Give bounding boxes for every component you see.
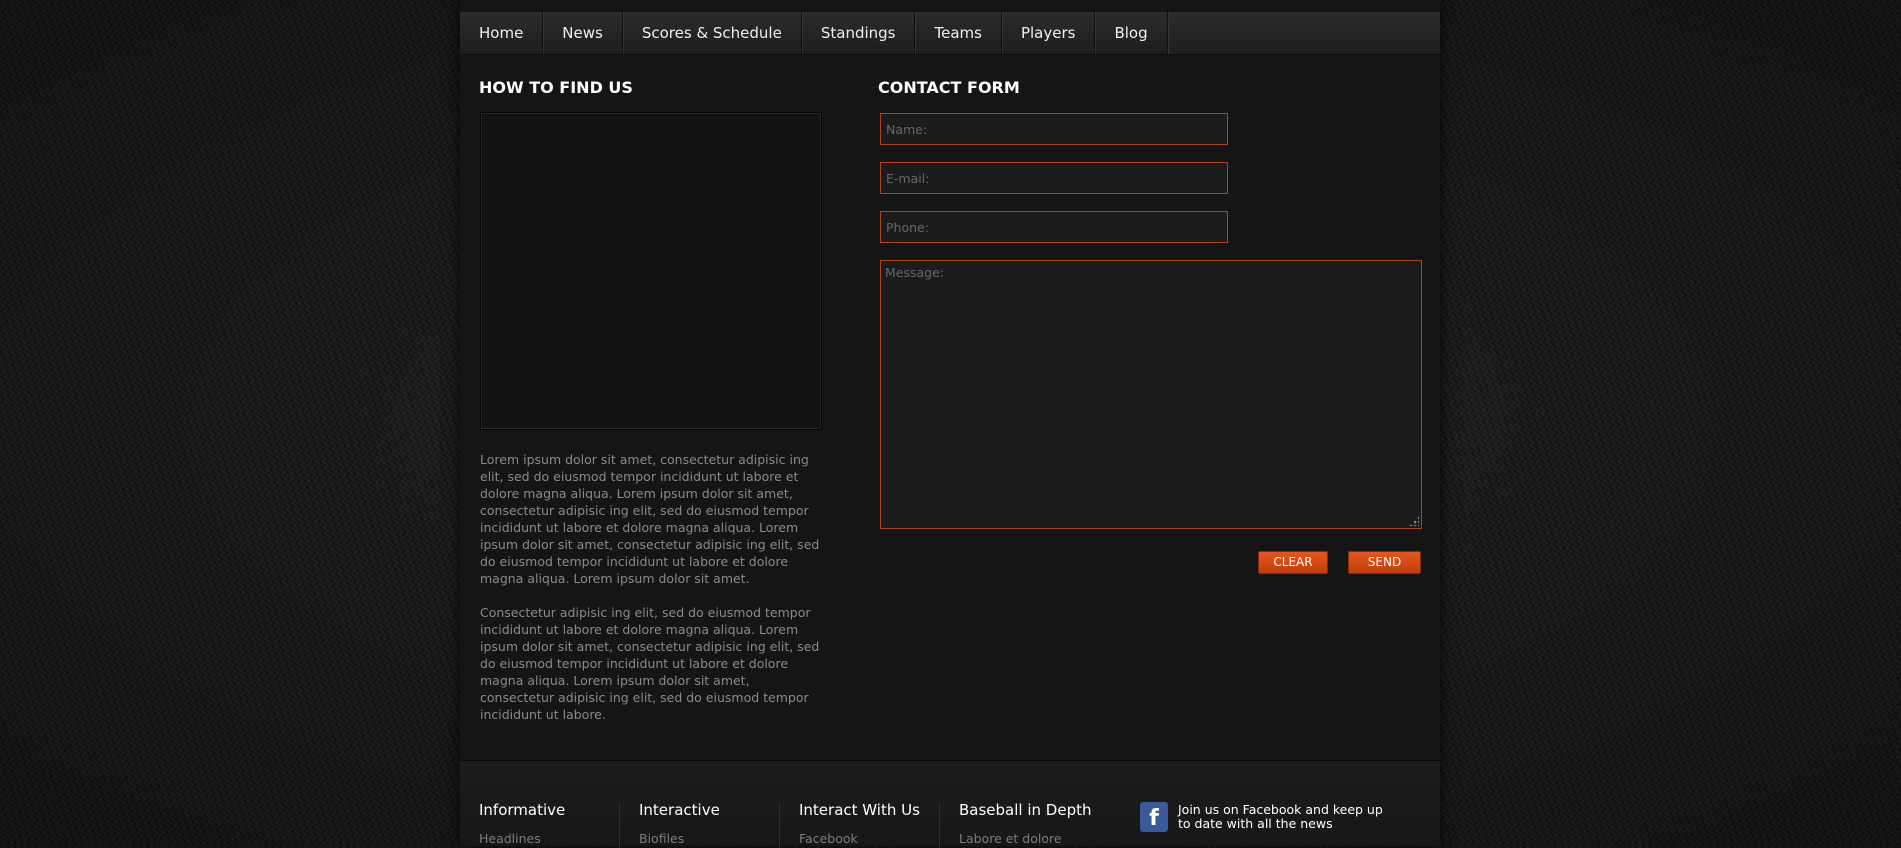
find-us-paragraph-1: Lorem ipsum dolor sit amet, consectetur … xyxy=(480,452,820,586)
footer: Informative Headlines Interactive Biofil… xyxy=(460,760,1440,848)
name-field[interactable] xyxy=(880,113,1228,145)
footer-heading: Interact With Us xyxy=(799,801,920,819)
message-field[interactable] xyxy=(880,260,1422,529)
email-field[interactable] xyxy=(880,162,1228,194)
nav-item-standings[interactable]: Standings xyxy=(802,12,916,54)
facebook-join-text[interactable]: Join us on Facebook and keep up to date … xyxy=(1178,803,1398,831)
find-us-title: HOW TO FIND US xyxy=(479,78,633,97)
phone-field[interactable] xyxy=(880,211,1228,243)
send-button[interactable]: SEND xyxy=(1348,551,1421,574)
nav-item-home[interactable]: Home xyxy=(460,12,544,54)
find-us-paragraph-2: Consectetur adipisic ing elit, sed do ei… xyxy=(480,605,820,722)
main-navigation: Home News Scores & Schedule Standings Te… xyxy=(460,12,1440,55)
footer-heading: Informative xyxy=(479,801,566,819)
footer-link-labore-et-dolore[interactable]: Labore et dolore xyxy=(959,831,1062,846)
page-container: Home News Scores & Schedule Standings Te… xyxy=(460,0,1440,848)
footer-heading: Baseball in Depth xyxy=(959,801,1092,819)
map-placeholder[interactable] xyxy=(480,112,822,430)
footer-link-headlines[interactable]: Headlines xyxy=(479,831,541,846)
nav-item-teams[interactable]: Teams xyxy=(915,12,1002,54)
nav-item-news[interactable]: News xyxy=(543,12,623,54)
footer-link-biofiles[interactable]: Biofiles xyxy=(639,831,684,846)
footer-divider xyxy=(939,803,940,848)
contact-form-title: CONTACT FORM xyxy=(878,78,1020,97)
footer-heading: Interactive xyxy=(639,801,720,819)
footer-link-facebook[interactable]: Facebook xyxy=(799,831,858,846)
nav-item-players[interactable]: Players xyxy=(1002,12,1096,54)
nav-item-scores-schedule[interactable]: Scores & Schedule xyxy=(623,12,802,54)
facebook-icon[interactable]: f xyxy=(1140,802,1168,832)
footer-divider xyxy=(619,803,620,848)
nav-item-blog[interactable]: Blog xyxy=(1095,12,1168,54)
footer-divider xyxy=(779,803,780,848)
clear-button[interactable]: CLEAR xyxy=(1258,551,1328,574)
